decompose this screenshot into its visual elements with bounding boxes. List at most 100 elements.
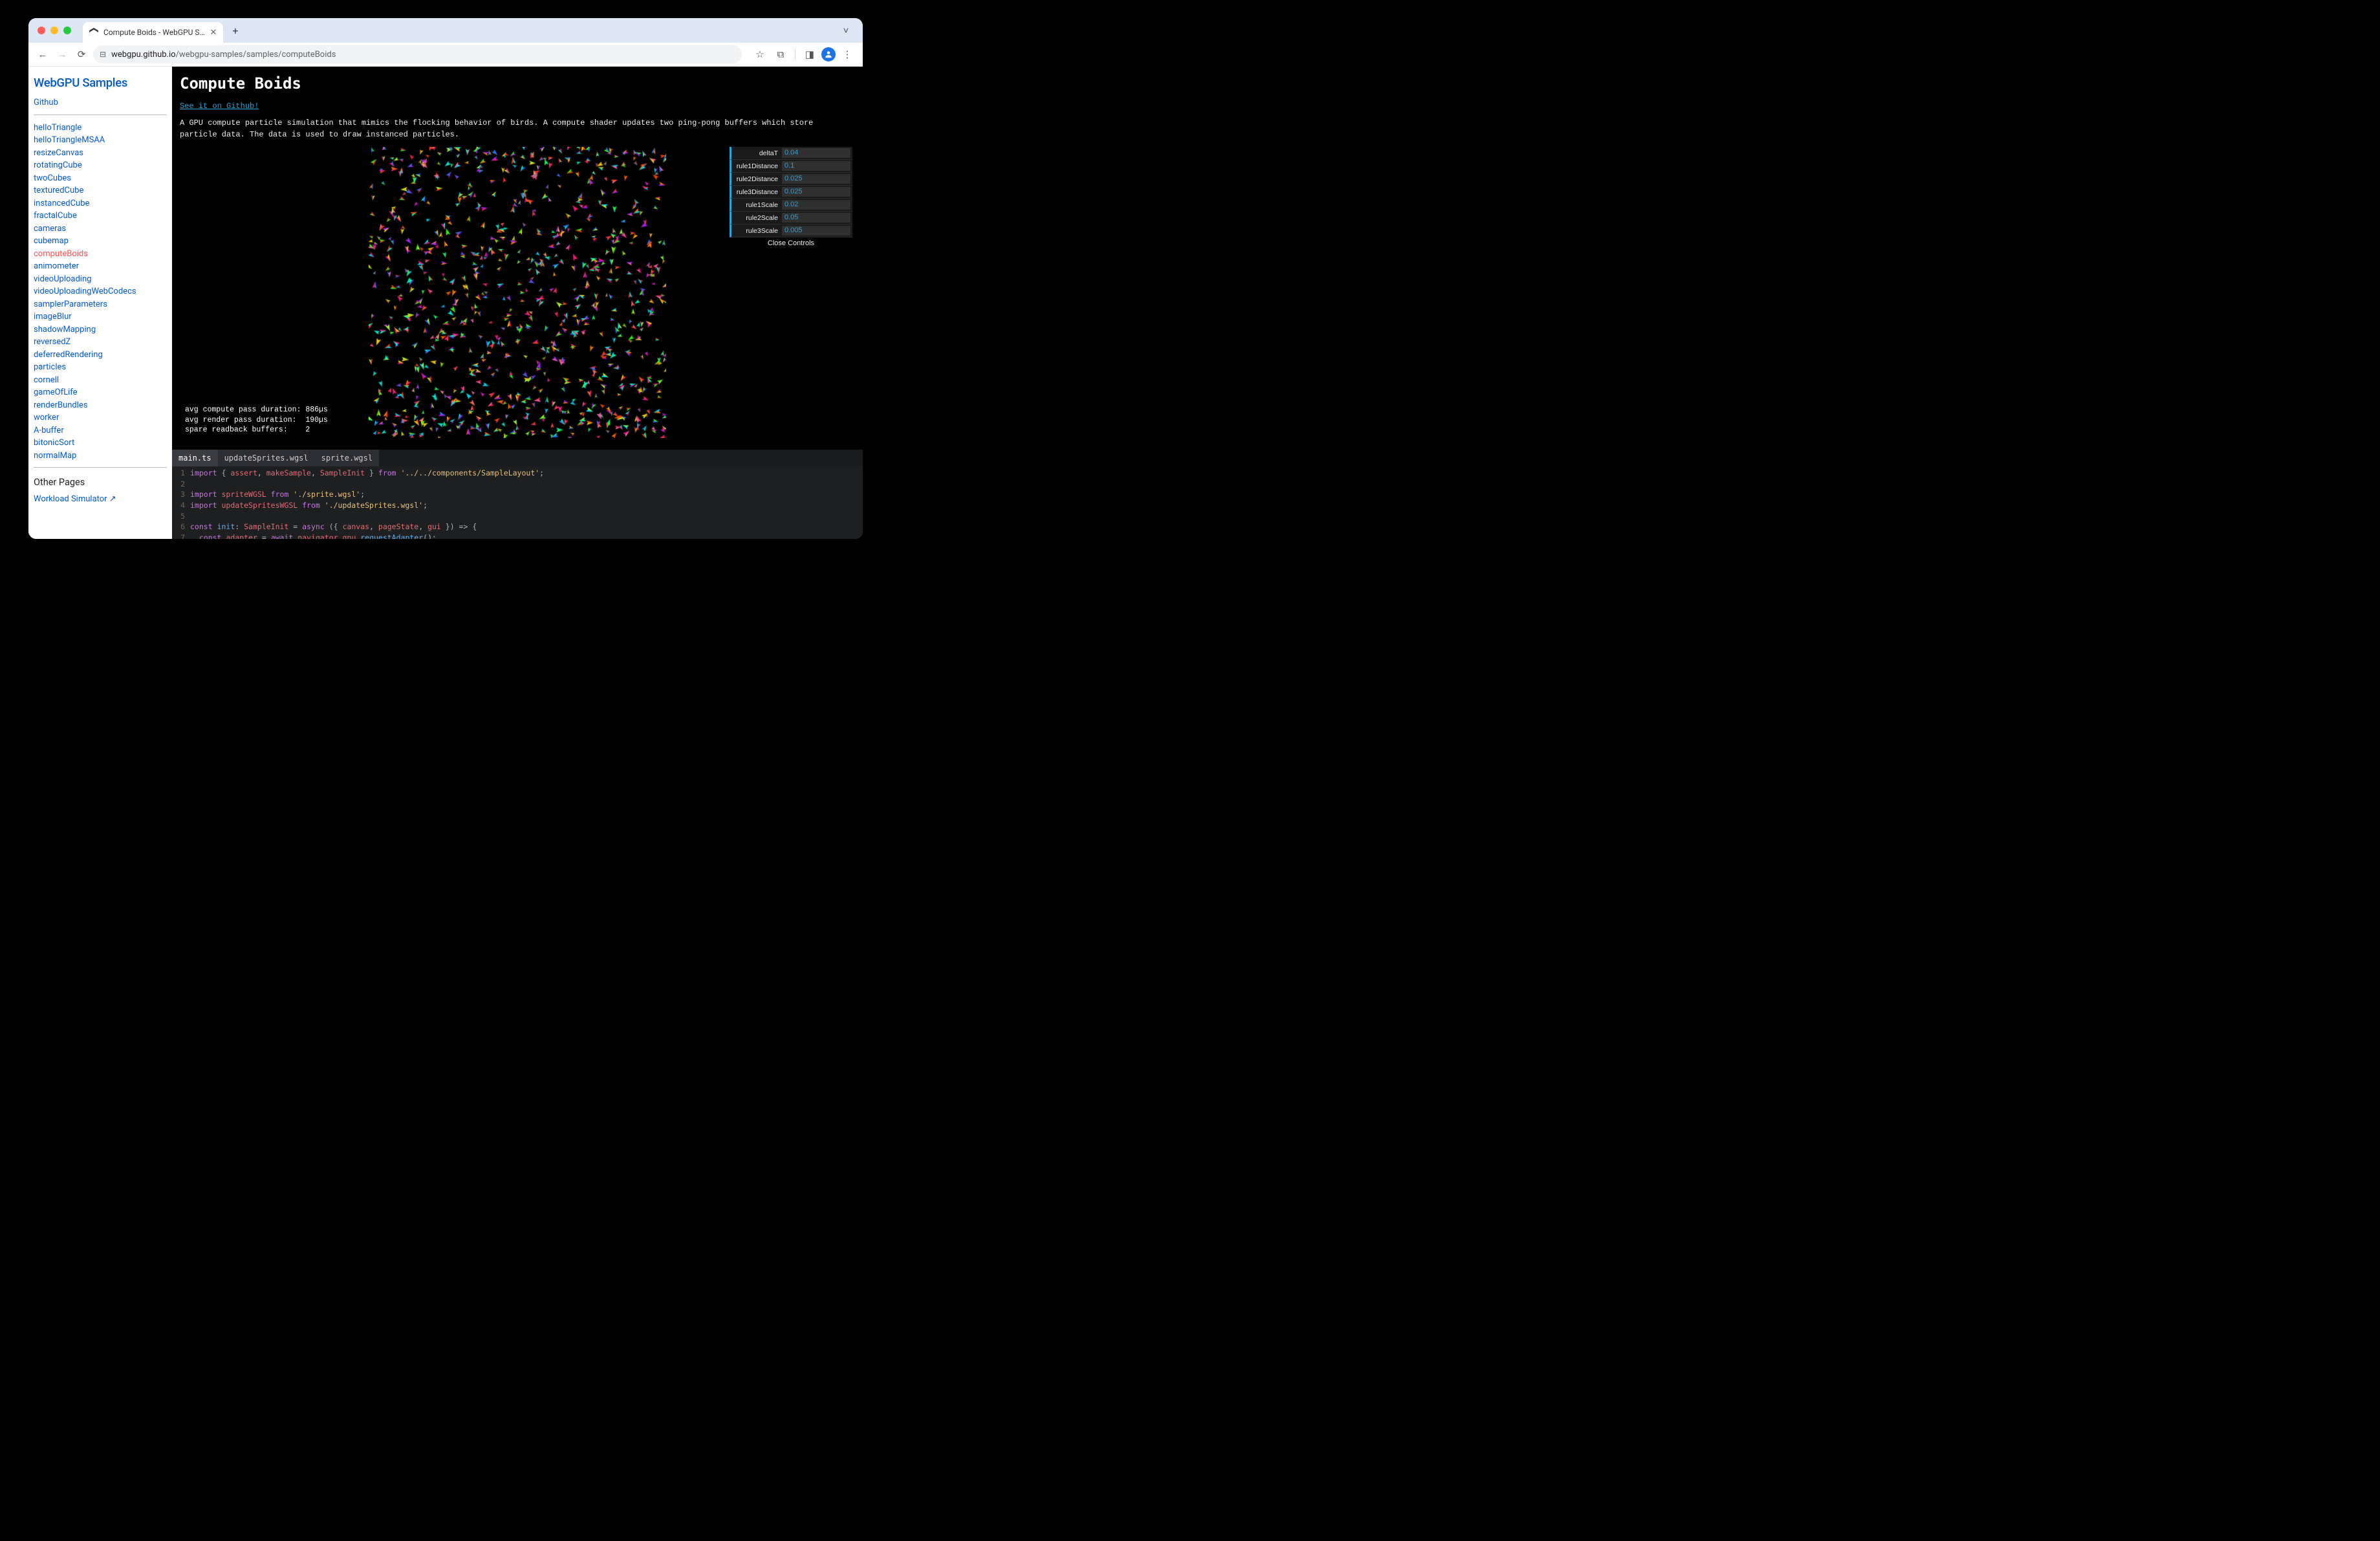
sidebar-item-particles[interactable]: particles: [34, 361, 167, 374]
code-tabs: main.tsupdateSprites.wgslsprite.wgsl: [172, 450, 863, 466]
bookmark-star-icon[interactable]: ☆: [751, 47, 769, 62]
page-content: WebGPU Samples Github helloTrianglehello…: [28, 67, 863, 539]
forward-icon[interactable]: →: [54, 47, 70, 62]
gui-value-input[interactable]: 0.04: [782, 148, 850, 158]
reload-icon[interactable]: ⟳: [74, 47, 89, 62]
simulation-area: avg compute pass duration: 886µs avg ren…: [180, 147, 855, 438]
sidebar-item-cubemap[interactable]: cubemap: [34, 235, 167, 248]
stats-overlay: avg compute pass duration: 886µs avg ren…: [185, 405, 328, 435]
sidebar-item-A-buffer[interactable]: A-buffer: [34, 424, 167, 437]
sidebar: WebGPU Samples Github helloTrianglehello…: [28, 67, 172, 539]
maximize-window-icon[interactable]: [63, 27, 71, 34]
close-window-icon[interactable]: [38, 27, 45, 34]
sidebar-title: WebGPU Samples: [34, 76, 167, 90]
sidebar-item-helloTriangle[interactable]: helloTriangle: [34, 122, 167, 135]
window-controls: [38, 27, 71, 34]
sidebar-item-fractalCube[interactable]: fractalCube: [34, 210, 167, 223]
gui-value-input[interactable]: 0.025: [782, 174, 850, 184]
gui-value-input[interactable]: 0.005: [782, 226, 850, 235]
kebab-menu-icon[interactable]: ⋮: [838, 47, 856, 62]
dat-gui-panel: deltaT0.04rule1Distance0.1rule2Distance0…: [730, 147, 852, 249]
sidebar-item-instancedCube[interactable]: instancedCube: [34, 197, 167, 210]
gui-close-controls[interactable]: Close Controls: [730, 237, 852, 249]
back-icon[interactable]: ←: [35, 47, 50, 62]
site-info-icon[interactable]: ⊟: [100, 50, 106, 59]
sidebar-item-samplerParameters[interactable]: samplerParameters: [34, 298, 167, 311]
browser-toolbar: ← → ⟳ ⊟ webgpu.github.io/webgpu-samples/…: [28, 43, 863, 67]
sidebar-item-texturedCube[interactable]: texturedCube: [34, 184, 167, 197]
sidebar-item-deferredRendering[interactable]: deferredRendering: [34, 349, 167, 362]
page-description: A GPU compute particle simulation that m…: [180, 117, 855, 140]
sidebar-sample-list: helloTrianglehelloTriangleMSAAresizeCanv…: [34, 122, 167, 463]
url-path: /webgpu-samples/samples/computeBoids: [176, 50, 336, 60]
code-tab-main-ts[interactable]: main.ts: [172, 450, 218, 466]
main-content: Compute Boids See it on Github! A GPU co…: [172, 67, 863, 539]
gui-label: rule1Scale: [731, 201, 782, 209]
gui-row-rule2Distance: rule2Distance0.025: [730, 173, 852, 186]
browser-window: Compute Boids - WebGPU S… ✕ + ˅ ← → ⟳ ⊟ …: [28, 18, 863, 539]
titlebar: Compute Boids - WebGPU S… ✕ + ˅: [28, 18, 863, 43]
code-line: 3import spriteWGSL from './sprite.wgsl';: [172, 489, 863, 500]
sidebar-item-animometer[interactable]: animometer: [34, 260, 167, 273]
gui-row-rule1Scale: rule1Scale0.02: [730, 199, 852, 212]
new-tab-icon[interactable]: +: [232, 25, 238, 37]
code-tab-updateSprites-wgsl[interactable]: updateSprites.wgsl: [218, 450, 315, 466]
sidebar-item-resizeCanvas[interactable]: resizeCanvas: [34, 147, 167, 160]
side-panel-icon[interactable]: ◨: [801, 47, 819, 62]
sidebar-item-cameras[interactable]: cameras: [34, 223, 167, 235]
code-line: 5: [172, 511, 863, 522]
page-title: Compute Boids: [180, 74, 855, 93]
code-line: 1import { assert, makeSample, SampleInit…: [172, 468, 863, 479]
simulation-canvas: [369, 147, 666, 438]
gui-row-deltaT: deltaT0.04: [730, 147, 852, 160]
minimize-window-icon[interactable]: [50, 27, 58, 34]
sidebar-item-videoUploading[interactable]: videoUploading: [34, 273, 167, 286]
sidebar-item-videoUploadingWebCodecs[interactable]: videoUploadingWebCodecs: [34, 285, 167, 298]
code-line: 6const init: SampleInit = async ({ canva…: [172, 521, 863, 532]
gui-label: rule2Distance: [731, 175, 782, 183]
see-on-github-link[interactable]: See it on Github!: [180, 102, 855, 111]
address-bar[interactable]: ⊟ webgpu.github.io/webgpu-samples/sample…: [93, 45, 742, 63]
sidebar-item-cornell[interactable]: cornell: [34, 374, 167, 387]
sidebar-other-heading: Other Pages: [34, 477, 167, 488]
code-line: 4import updateSpritesWGSL from './update…: [172, 500, 863, 511]
sidebar-item-helloTriangleMSAA[interactable]: helloTriangleMSAA: [34, 134, 167, 147]
tabs-dropdown-icon[interactable]: ˅: [838, 23, 854, 38]
gui-value-input[interactable]: 0.025: [782, 187, 850, 197]
sidebar-item-gameOfLife[interactable]: gameOfLife: [34, 386, 167, 399]
tab-favicon-icon: [89, 28, 98, 37]
browser-tab[interactable]: Compute Boids - WebGPU S… ✕: [83, 22, 223, 43]
sidebar-workload-link[interactable]: Workload Simulator ↗: [34, 493, 167, 506]
url-host: webgpu.github.io: [111, 50, 176, 60]
gui-row-rule3Scale: rule3Scale0.005: [730, 224, 852, 237]
gui-row-rule3Distance: rule3Distance0.025: [730, 186, 852, 199]
sidebar-item-renderBundles[interactable]: renderBundles: [34, 399, 167, 412]
close-tab-icon[interactable]: ✕: [210, 28, 217, 38]
gui-value-input[interactable]: 0.02: [782, 200, 850, 210]
tab-title: Compute Boids - WebGPU S…: [103, 28, 205, 37]
sidebar-item-computeBoids[interactable]: computeBoids: [34, 248, 167, 261]
sidebar-item-worker[interactable]: worker: [34, 411, 167, 424]
code-line: 2: [172, 479, 863, 490]
profile-avatar-icon[interactable]: [821, 47, 836, 61]
gui-value-input[interactable]: 0.1: [782, 161, 850, 171]
code-editor[interactable]: 1import { assert, makeSample, SampleInit…: [172, 466, 863, 539]
code-line: 7 const adapter = await navigator.gpu.re…: [172, 532, 863, 539]
sidebar-item-bitonicSort[interactable]: bitonicSort: [34, 437, 167, 450]
code-tab-sprite-wgsl[interactable]: sprite.wgsl: [315, 450, 379, 466]
sidebar-item-imageBlur[interactable]: imageBlur: [34, 311, 167, 323]
sidebar-item-shadowMapping[interactable]: shadowMapping: [34, 323, 167, 336]
extensions-icon[interactable]: ⧉: [772, 47, 790, 62]
sidebar-github-link[interactable]: Github: [34, 96, 167, 109]
sidebar-divider: [34, 467, 167, 468]
sidebar-item-reversedZ[interactable]: reversedZ: [34, 336, 167, 349]
gui-row-rule2Scale: rule2Scale0.05: [730, 212, 852, 224]
gui-value-input[interactable]: 0.05: [782, 213, 850, 223]
gui-label: rule3Scale: [731, 227, 782, 235]
gui-label: rule2Scale: [731, 214, 782, 222]
sidebar-item-twoCubes[interactable]: twoCubes: [34, 172, 167, 185]
gui-label: rule3Distance: [731, 188, 782, 196]
sidebar-item-normalMap[interactable]: normalMap: [34, 450, 167, 463]
gui-row-rule1Distance: rule1Distance0.1: [730, 160, 852, 173]
sidebar-item-rotatingCube[interactable]: rotatingCube: [34, 159, 167, 172]
